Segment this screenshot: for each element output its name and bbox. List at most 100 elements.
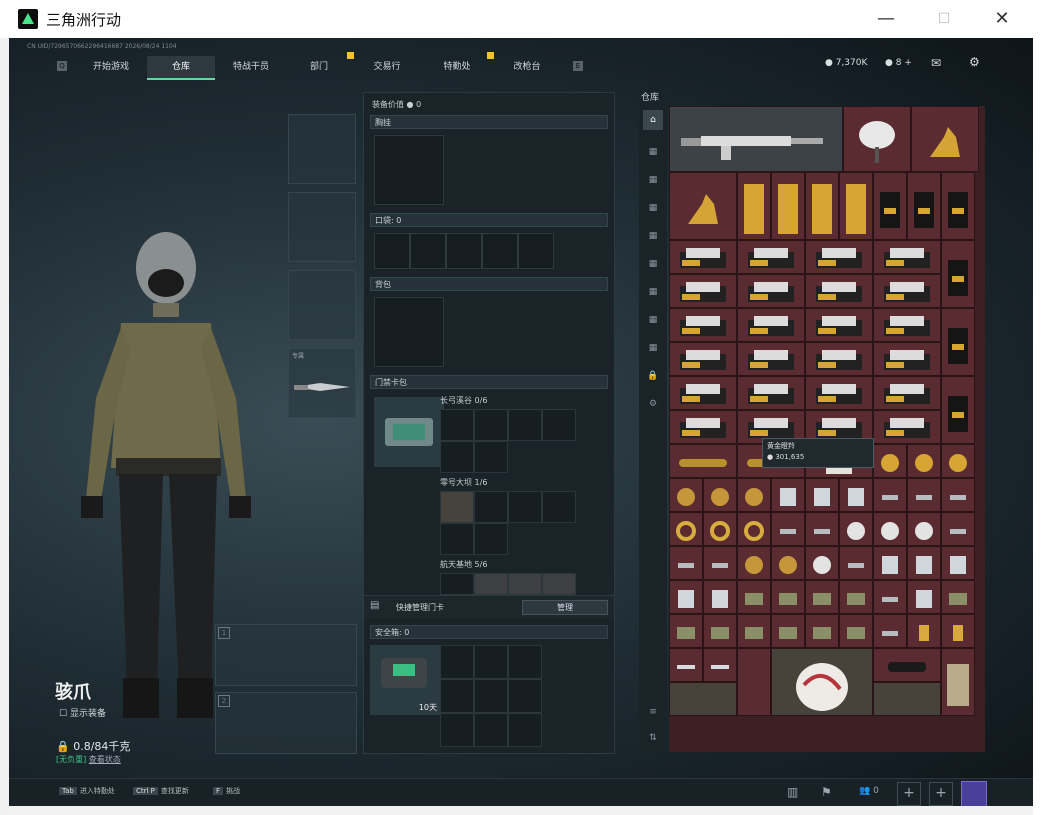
key-slot[interactable] [474, 441, 508, 473]
show-equipment-toggle[interactable]: ☐ 显示装备 [59, 706, 106, 719]
item-gold-watch[interactable] [907, 444, 941, 478]
item-gold-coin[interactable] [737, 546, 771, 580]
item-tool[interactable] [839, 546, 873, 580]
item-gold-coin[interactable] [703, 478, 737, 512]
item-tea-box[interactable] [669, 342, 737, 376]
settings-gear-icon[interactable]: ⚙ [969, 55, 980, 69]
warehouse-tab[interactable]: ▦ [643, 198, 663, 218]
item-tea-box[interactable] [873, 240, 941, 274]
item-tool[interactable] [941, 478, 975, 512]
item-blueprint[interactable] [873, 682, 941, 716]
safebox-cell[interactable] [474, 679, 508, 713]
warehouse-tab[interactable]: ▦ [643, 142, 663, 162]
item-drink[interactable] [941, 614, 975, 648]
item-gold-bottle[interactable] [669, 444, 737, 478]
key-slot[interactable] [440, 441, 474, 473]
item-tool[interactable] [703, 546, 737, 580]
item-coffee-bag[interactable] [941, 172, 975, 240]
key-slot-filled[interactable] [542, 573, 576, 595]
item-tea-box[interactable] [805, 376, 873, 410]
item-tea-box[interactable] [873, 376, 941, 410]
item-tea-box[interactable] [805, 308, 873, 342]
item-tea-box[interactable] [737, 308, 805, 342]
keycard-case-slot[interactable] [374, 397, 444, 467]
nav-next-key[interactable]: E [573, 61, 583, 71]
item-gold-coin[interactable] [737, 478, 771, 512]
item-tea-box[interactable] [669, 274, 737, 308]
item-tool[interactable] [873, 580, 907, 614]
item-card[interactable] [805, 478, 839, 512]
layers-icon[interactable]: ≡ [643, 702, 663, 722]
safebox-grid[interactable] [440, 645, 542, 747]
item-ammo-box[interactable] [941, 580, 975, 614]
item-gold-bar[interactable] [737, 172, 771, 240]
item-tea-box[interactable] [873, 410, 941, 444]
item-disc[interactable] [873, 512, 907, 546]
lock-icon[interactable]: 🔒 [643, 366, 663, 386]
item-map[interactable] [941, 648, 975, 716]
item-rifle[interactable] [669, 106, 843, 172]
settings-icon[interactable]: ⚙ [643, 394, 663, 414]
mail-icon[interactable]: ✉ [931, 56, 941, 70]
add-slot-button[interactable]: + [897, 782, 921, 806]
safebox-cell[interactable] [508, 645, 542, 679]
item-tea-box[interactable] [737, 376, 805, 410]
safebox-cell[interactable] [440, 645, 474, 679]
helmet-slot[interactable] [288, 114, 356, 184]
item-card[interactable] [703, 580, 737, 614]
item-ammo-box[interactable] [737, 614, 771, 648]
tab-department[interactable]: 部门 [285, 56, 353, 78]
item-golden-deer[interactable] [911, 106, 979, 172]
item-tea-box[interactable] [669, 240, 737, 274]
item-tool[interactable] [771, 512, 805, 546]
item-ring[interactable] [703, 512, 737, 546]
key-slot[interactable] [542, 409, 576, 441]
item-tea-box[interactable] [805, 342, 873, 376]
melee-slot[interactable]: 专属 [288, 348, 356, 418]
tab-market[interactable]: 交易行 [353, 56, 421, 78]
item-tea-box[interactable] [873, 308, 941, 342]
pocket-slot[interactable] [518, 233, 554, 269]
item-tea-box[interactable] [737, 342, 805, 376]
manage-button[interactable]: 管理 [522, 600, 608, 615]
item-tea-box[interactable] [737, 240, 805, 274]
flag-icon[interactable]: ⚑ [821, 785, 832, 799]
item-card[interactable] [907, 580, 941, 614]
player-avatar[interactable] [961, 781, 987, 807]
safebox-cell[interactable] [440, 713, 474, 747]
item-gold-bar[interactable] [839, 172, 873, 240]
pocket-slot[interactable] [446, 233, 482, 269]
status-more-link[interactable]: 查看状态 [89, 755, 121, 764]
chart-icon[interactable]: ▥ [787, 785, 798, 799]
item-tea-box[interactable] [669, 410, 737, 444]
item-ammo-box[interactable] [669, 614, 703, 648]
warehouse-tab-all[interactable]: ⌂ [643, 110, 663, 130]
armor-slot[interactable] [288, 192, 356, 262]
item-ammo-box[interactable] [805, 580, 839, 614]
item-disc[interactable] [839, 512, 873, 546]
sort-icon[interactable]: ⇅ [643, 728, 663, 748]
minimize-button[interactable]: — [866, 6, 906, 32]
item-card[interactable] [669, 580, 703, 614]
item-tea-box[interactable] [669, 376, 737, 410]
item-satellite-dish[interactable] [843, 106, 911, 172]
item-card[interactable] [941, 546, 975, 580]
item-card[interactable] [907, 546, 941, 580]
item-ring[interactable] [669, 512, 703, 546]
item-tool[interactable] [873, 478, 907, 512]
item-tea-box[interactable] [873, 342, 941, 376]
key-slot[interactable] [542, 491, 576, 523]
item-tea-box[interactable] [737, 274, 805, 308]
item-disc[interactable] [907, 512, 941, 546]
key-slot[interactable] [440, 409, 474, 441]
item-tool[interactable] [669, 546, 703, 580]
friends-count[interactable]: 👥 0 [859, 786, 879, 796]
tab-operators[interactable]: 特战干员 [217, 56, 285, 78]
warehouse-tab[interactable]: ▦ [643, 170, 663, 190]
item-coffee-bag[interactable] [941, 376, 975, 444]
key-slot[interactable] [508, 409, 542, 441]
item-ammo-box[interactable] [771, 580, 805, 614]
item-tea-box[interactable] [873, 274, 941, 308]
warehouse-tab[interactable]: ▦ [643, 254, 663, 274]
item-coffee-bag[interactable] [873, 172, 907, 240]
